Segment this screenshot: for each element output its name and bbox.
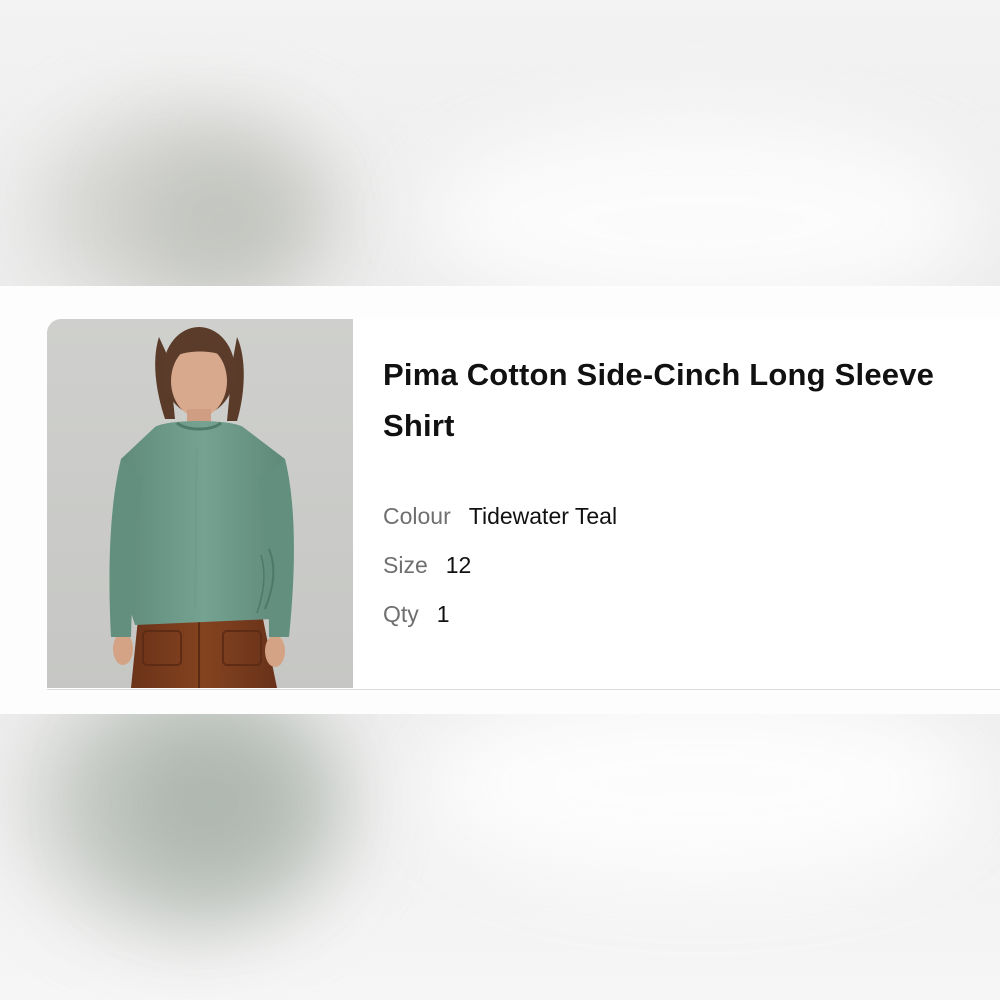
attribute-value: Tidewater Teal xyxy=(468,503,618,529)
product-attributes: Colour Tidewater Teal Size 12 Qty 1 xyxy=(383,503,983,650)
attribute-row-colour: Colour Tidewater Teal xyxy=(383,503,983,552)
attribute-row-qty: Qty 1 xyxy=(383,601,983,650)
cart-item-band: Pima Cotton Side-Cinch Long Sleeve Shirt… xyxy=(0,286,1000,714)
cart-item-card[interactable]: Pima Cotton Side-Cinch Long Sleeve Shirt… xyxy=(47,319,1000,690)
product-image[interactable] xyxy=(47,319,353,688)
screenshot-frame: Pima Cotton Side-Cinch Long Sleeve Shirt… xyxy=(0,0,1000,1000)
blurred-backdrop-bottom xyxy=(0,714,1000,1000)
attribute-label: Colour xyxy=(383,503,451,529)
attribute-label: Qty xyxy=(383,601,419,627)
product-info: Pima Cotton Side-Cinch Long Sleeve Shirt… xyxy=(383,349,983,650)
attribute-value: 12 xyxy=(445,552,472,578)
attribute-value: 1 xyxy=(436,601,450,627)
attribute-row-size: Size 12 xyxy=(383,552,983,601)
blurred-backdrop-top xyxy=(0,0,1000,286)
product-title[interactable]: Pima Cotton Side-Cinch Long Sleeve Shirt xyxy=(383,349,983,451)
product-photo-icon xyxy=(109,327,294,688)
attribute-label: Size xyxy=(383,552,428,578)
